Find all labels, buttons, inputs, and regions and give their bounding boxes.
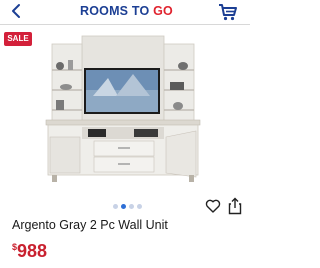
gallery-dot[interactable] bbox=[113, 204, 118, 209]
header-divider bbox=[0, 24, 250, 25]
sale-badge: SALE bbox=[4, 32, 32, 46]
logo-text-main: ROOMS TO bbox=[80, 4, 154, 18]
brand-logo[interactable]: ROOMS TO GO bbox=[80, 4, 173, 18]
top-bar: ROOMS TO GO bbox=[0, 0, 250, 24]
price-currency: $ bbox=[12, 242, 18, 252]
gallery-dot[interactable] bbox=[137, 204, 142, 209]
gallery-dot-active[interactable] bbox=[121, 204, 126, 209]
product-image[interactable] bbox=[38, 30, 208, 200]
back-icon[interactable] bbox=[9, 3, 25, 19]
product-title: Argento Gray 2 Pc Wall Unit bbox=[12, 218, 168, 232]
share-icon[interactable] bbox=[227, 197, 243, 215]
product-price: $988 bbox=[12, 241, 47, 262]
cart-icon[interactable] bbox=[218, 2, 238, 22]
price-amount: 988 bbox=[17, 241, 48, 261]
logo-text-accent: GO bbox=[153, 4, 173, 18]
gallery-pagination[interactable] bbox=[113, 204, 147, 210]
heart-icon[interactable] bbox=[205, 198, 221, 214]
gallery-dot[interactable] bbox=[129, 204, 134, 209]
